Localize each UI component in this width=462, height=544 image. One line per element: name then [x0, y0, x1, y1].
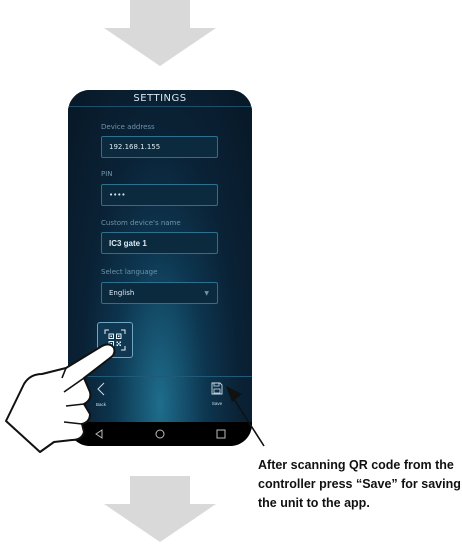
nav-home-icon[interactable] [155, 429, 165, 439]
pin-field[interactable]: •••• [101, 184, 218, 206]
pointer-arrow-icon [226, 386, 265, 447]
instruction-caption: After scanning QR code from the controll… [258, 458, 461, 510]
down-arrow-bottom [104, 476, 216, 542]
custom-name-field[interactable]: IC3 gate 1 [101, 232, 218, 254]
device-address-field[interactable]: 192.168.1.155 [101, 136, 218, 158]
down-arrow-top [104, 0, 216, 66]
device-address-label: Device address [101, 123, 155, 131]
language-select[interactable]: English ▼ [101, 282, 218, 304]
language-label: Select language [101, 268, 158, 276]
language-value: English [109, 289, 135, 297]
screen-header: SETTINGS [68, 90, 252, 107]
custom-name-label: Custom device's name [101, 219, 181, 227]
screen-title: SETTINGS [133, 92, 187, 104]
dropdown-caret-icon: ▼ [204, 289, 209, 297]
pin-label: PIN [101, 170, 113, 178]
pointing-hand-icon [5, 343, 116, 453]
